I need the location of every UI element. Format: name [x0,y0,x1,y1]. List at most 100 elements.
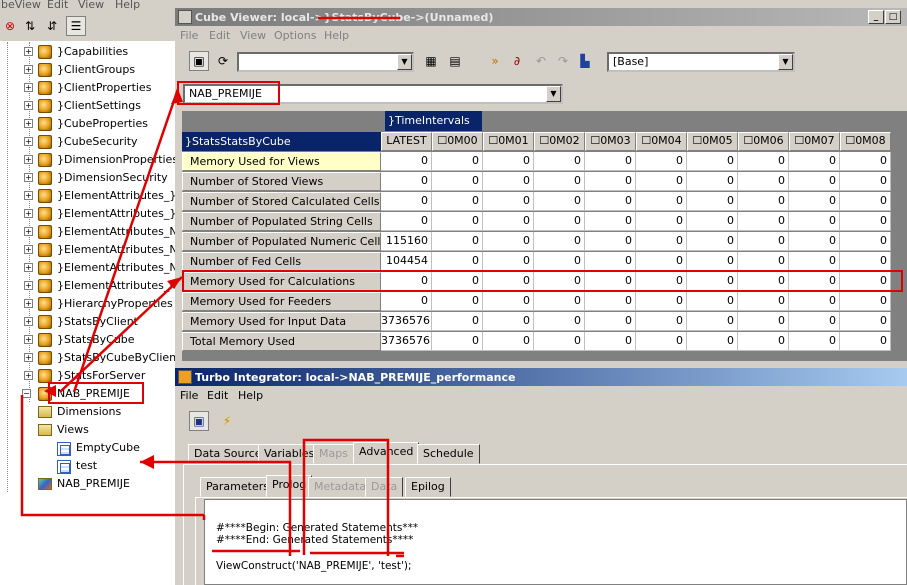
data-cell[interactable]: 0 [483,332,534,351]
column-dimension-header[interactable]: }TimeIntervals [385,111,482,131]
expand-icon[interactable]: + [24,227,33,236]
data-cell[interactable]: 0 [483,172,534,191]
data-cell[interactable]: 0 [687,192,738,211]
expand-icon[interactable]: + [24,65,33,74]
data-cell[interactable]: 0 [534,292,585,311]
menu-help[interactable]: Help [115,0,140,11]
prolog-code-editor[interactable]: #****Begin: Generated Statements*** #***… [204,499,907,585]
delete-icon[interactable]: ⊗ [0,16,20,36]
tree-item[interactable]: +}ElementAttributes_NAB [0,223,175,241]
data-cell[interactable]: 0 [432,292,483,311]
undo-icon[interactable]: ↶ [531,51,551,71]
expand-icon[interactable]: + [24,191,33,200]
tab-variables[interactable]: Variables [258,444,321,464]
expand-icon[interactable]: + [24,353,33,362]
data-cell[interactable]: 0 [840,232,891,251]
data-cell[interactable]: 0 [585,192,636,211]
data-cell[interactable]: 0 [483,292,534,311]
ti-menu-file[interactable]: File [180,389,198,402]
column-header[interactable]: LATEST [381,132,432,151]
column-header[interactable]: ☐0M03 [585,132,636,151]
tree-item[interactable]: +}DimensionSecurity [0,169,175,187]
cv-menu-file[interactable]: File [180,29,198,42]
data-cell[interactable]: 0 [840,252,891,271]
data-cell[interactable]: 0 [585,152,636,171]
column-header[interactable]: ☐0M01 [483,132,534,151]
data-cell[interactable]: 0 [585,272,636,291]
data-cell[interactable]: 0 [381,292,432,311]
tree-item[interactable]: +}HierarchyProperties [0,295,175,313]
data-cell[interactable]: 0 [789,172,840,191]
column-header[interactable]: ☐0M06 [738,132,789,151]
ti-menu-help[interactable]: Help [238,389,263,402]
tab-maps[interactable]: Maps [313,444,354,464]
data-cell[interactable]: 0 [381,192,432,211]
menu-edit[interactable]: Edit [47,0,68,11]
tree-item-views[interactable]: −Views [0,421,175,439]
properties-pane-icon[interactable]: ☰ [66,16,86,36]
data-cell[interactable]: 0 [687,152,738,171]
tree-item[interactable]: +}StatsByCube [0,331,175,349]
data-cell[interactable]: 0 [483,192,534,211]
grid-icon[interactable]: ▤ [445,51,465,71]
data-cell[interactable]: 0 [687,312,738,331]
data-cell[interactable]: 0 [585,212,636,231]
row-header[interactable]: Memory Used for Input Data [182,312,381,331]
tree-item-view[interactable]: EmptyCube [0,439,175,457]
subtab-data[interactable]: Data [365,477,404,497]
data-cell[interactable]: 0 [432,312,483,331]
data-cell[interactable]: 0 [534,192,585,211]
save-view-icon[interactable]: ▣ [189,51,209,71]
column-header[interactable]: ☐0M07 [789,132,840,151]
data-cell[interactable]: 0 [789,332,840,351]
data-cell[interactable]: 0 [534,332,585,351]
tree-item[interactable]: +}CubeProperties [0,115,175,133]
expand-icon[interactable]: + [24,155,33,164]
subtab-parameters[interactable]: Parameters [200,477,275,497]
data-cell[interactable]: 0 [687,212,738,231]
tree-item[interactable]: +}CubeSecurity [0,133,175,151]
menu-cubeview[interactable]: ibeView [0,0,41,11]
expand-icon[interactable]: + [24,335,33,344]
tree-item[interactable]: +}ClientGroups [0,61,175,79]
lock-icon[interactable]: ∂ [507,51,527,71]
row-header[interactable]: Number of Stored Views [182,172,381,191]
data-cell[interactable]: 3736576 [381,332,432,351]
data-cell[interactable]: 0 [789,192,840,211]
data-cell[interactable]: 0 [585,292,636,311]
data-cell[interactable]: 0 [381,152,432,171]
data-cell[interactable]: 0 [534,232,585,251]
data-cell[interactable]: 0 [585,172,636,191]
data-cell[interactable]: 0 [789,272,840,291]
subtab-metadata[interactable]: Metadata [308,477,373,497]
tree-item[interactable]: +}ElementAttributes_NAB [0,259,175,277]
data-cell[interactable]: 0 [483,312,534,331]
data-cell[interactable]: 0 [789,312,840,331]
row-header[interactable]: Number of Fed Cells [182,252,381,271]
expand-icon[interactable]: + [24,101,33,110]
expand-icon[interactable]: + [24,263,33,272]
view-selector-combo[interactable]: ▼ [237,52,414,72]
tree-item[interactable]: +}ClientSettings [0,97,175,115]
row-header[interactable]: Memory Used for Feeders [182,292,381,311]
tree-item[interactable]: +}ElementAttributes_NAB [0,241,175,259]
expand-icon[interactable]: + [24,281,33,290]
data-cell[interactable]: 0 [840,272,891,291]
data-cell[interactable]: 0 [636,232,687,251]
tab-advanced[interactable]: Advanced [353,442,420,464]
data-cell[interactable]: 0 [738,232,789,251]
expand-icon[interactable]: + [24,119,33,128]
data-cell[interactable]: 115160 [381,232,432,251]
tree-item-view[interactable]: test [0,457,175,475]
data-cell[interactable]: 0 [738,272,789,291]
minimize-button[interactable]: _ [868,10,884,24]
column-header[interactable]: ☐0M04 [636,132,687,151]
row-header[interactable]: Total Memory Used [182,332,381,351]
expand-icon[interactable]: + [24,245,33,254]
data-cell[interactable]: 0 [534,272,585,291]
data-cell[interactable]: 0 [738,252,789,271]
cv-menu-options[interactable]: Options [274,29,316,42]
expand-icon[interactable]: + [24,137,33,146]
data-cell[interactable]: 0 [432,172,483,191]
row-header[interactable]: Memory Used for Views [182,152,381,171]
